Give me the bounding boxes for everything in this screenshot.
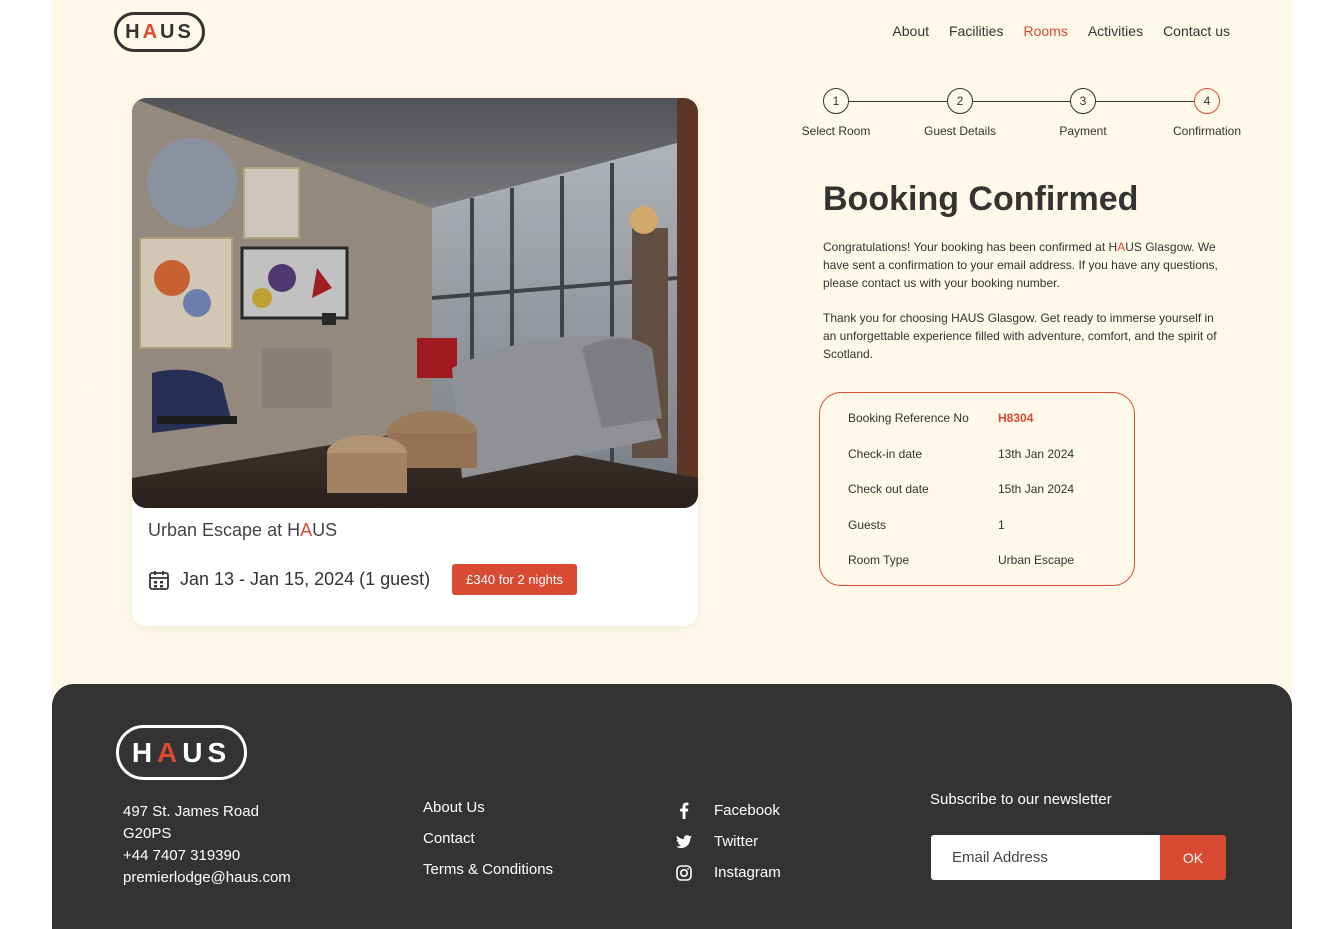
detail-value: 15th Jan 2024	[998, 482, 1075, 496]
booking-details-box: Booking Reference No H8304 Check-in date…	[819, 392, 1135, 586]
detail-row-checkin: Check-in date 13th Jan 2024	[848, 447, 1134, 483]
address-phone: +44 7407 319390	[123, 847, 241, 864]
step-label: Payment	[1059, 124, 1107, 138]
social-instagram[interactable]: Instagram	[676, 857, 781, 888]
email-field[interactable]	[931, 835, 1160, 880]
room-title-brand-h: H	[287, 520, 301, 540]
step-payment: 3 Payment	[1023, 88, 1143, 138]
facebook-icon	[676, 802, 692, 819]
detail-row-guests: Guests 1	[848, 518, 1134, 554]
prev-arrow-icon[interactable]: ←	[80, 378, 94, 394]
calendar-icon	[148, 569, 170, 591]
address-email: premierlodge@haus.com	[123, 869, 291, 886]
step-number: 4	[1194, 88, 1220, 114]
step-label: Guest Details	[923, 124, 997, 138]
detail-key: Check-in date	[848, 446, 923, 461]
room-title: Urban Escape at HAUS	[148, 520, 337, 541]
nav-about[interactable]: About	[892, 23, 929, 39]
social-twitter[interactable]: Twitter	[676, 826, 781, 857]
room-title-text: Urban Escape at	[148, 520, 288, 540]
booking-dates: Jan 13 - Jan 15, 2024 (1 guest)	[180, 569, 431, 589]
room-title-brand-a: A	[300, 520, 313, 540]
step-number: 3	[1070, 88, 1096, 114]
thank-you-message: Thank you for choosing HAUS Glasgow. Get…	[823, 311, 1217, 361]
social-facebook[interactable]: Facebook	[676, 795, 781, 826]
detail-value: 13th Jan 2024	[998, 446, 1075, 461]
social-label: Facebook	[714, 802, 780, 819]
booking-steps: 1 Select Room 2 Guest Details 3 Payment …	[792, 88, 1252, 148]
footer-address: 497 St. James Road G20PS +44 7407 319390…	[123, 801, 291, 889]
address-postcode: G20PS	[123, 825, 172, 842]
instagram-icon	[676, 864, 692, 881]
newsletter-form: OK	[931, 835, 1226, 880]
social-label: Twitter	[714, 833, 759, 850]
nav-facilities[interactable]: Facilities	[949, 23, 1003, 39]
header-logo[interactable]: H A US	[114, 12, 205, 52]
footer-link-about[interactable]: About Us	[423, 799, 553, 830]
footer-logo[interactable]: H A US	[116, 725, 247, 780]
detail-key: Booking Reference No	[848, 411, 969, 425]
confirmation-message: Congratulations! Your booking has been c…	[823, 238, 1223, 292]
step-number: 1	[823, 88, 849, 114]
booking-reference: H8304	[998, 411, 1034, 425]
footer-social: Facebook Twitter Instagram	[676, 795, 781, 888]
room-title-brand-us: US	[312, 520, 338, 540]
step-label: Confirmation	[1172, 124, 1242, 138]
detail-value: 1	[998, 517, 1005, 532]
newsletter-ok-button[interactable]: OK	[1160, 835, 1226, 880]
logo-text-us: US	[160, 20, 194, 43]
footer-links: About Us Contact Terms & Conditions	[423, 799, 553, 892]
step-guest-details: 2 Guest Details	[900, 88, 1020, 138]
detail-key: Check out date	[848, 482, 929, 496]
detail-key: Room Type	[848, 553, 910, 567]
twitter-icon	[676, 834, 692, 850]
booking-dates-row: Jan 13 - Jan 15, 2024 (1 guest) £340 for…	[148, 564, 578, 595]
logo-text-h: H	[125, 20, 143, 43]
detail-key: Guests	[848, 517, 887, 532]
footer: H A US 497 St. James Road G20PS +44 7407 3…	[52, 684, 1292, 929]
room-card: Urban Escape at HAUS Jan 13 - Jan 15, 20…	[132, 98, 698, 626]
logo-text-a: A	[142, 20, 161, 43]
address-street: 497 St. James Road	[123, 803, 259, 820]
step-select-room: 1 Select Room	[776, 88, 896, 138]
logo-text-a: A	[157, 736, 183, 768]
price-badge: £340 for 2 nights	[452, 564, 578, 595]
nav-activities[interactable]: Activities	[1088, 23, 1143, 39]
nav-rooms[interactable]: Rooms	[1023, 23, 1067, 39]
room-photo	[132, 98, 698, 508]
detail-row-room-type: Room Type Urban Escape	[848, 553, 1134, 589]
step-number: 2	[947, 88, 973, 114]
detail-value: Urban Escape	[998, 553, 1075, 567]
living-room-photo	[132, 98, 698, 508]
page-title: Booking Confirmed	[823, 180, 1139, 218]
step-label: Select Room	[801, 124, 871, 138]
footer-link-contact[interactable]: Contact	[423, 830, 553, 861]
detail-row-reference: Booking Reference No H8304	[848, 411, 1134, 447]
logo-text-us: US	[182, 736, 232, 768]
detail-row-checkout: Check out date 15th Jan 2024	[848, 482, 1134, 518]
footer-link-terms[interactable]: Terms & Conditions	[423, 861, 553, 892]
step-confirmation: 4 Confirmation	[1147, 88, 1267, 138]
logo-text-h: H	[131, 736, 158, 768]
confirmation-message-pre: Congratulations! Your booking has been c…	[823, 240, 1118, 254]
social-label: Instagram	[714, 864, 781, 881]
newsletter-title: Subscribe to our newsletter	[930, 791, 1112, 808]
main-nav: About Facilities Rooms Activities Contac…	[892, 23, 1230, 39]
nav-contact[interactable]: Contact us	[1163, 23, 1230, 39]
